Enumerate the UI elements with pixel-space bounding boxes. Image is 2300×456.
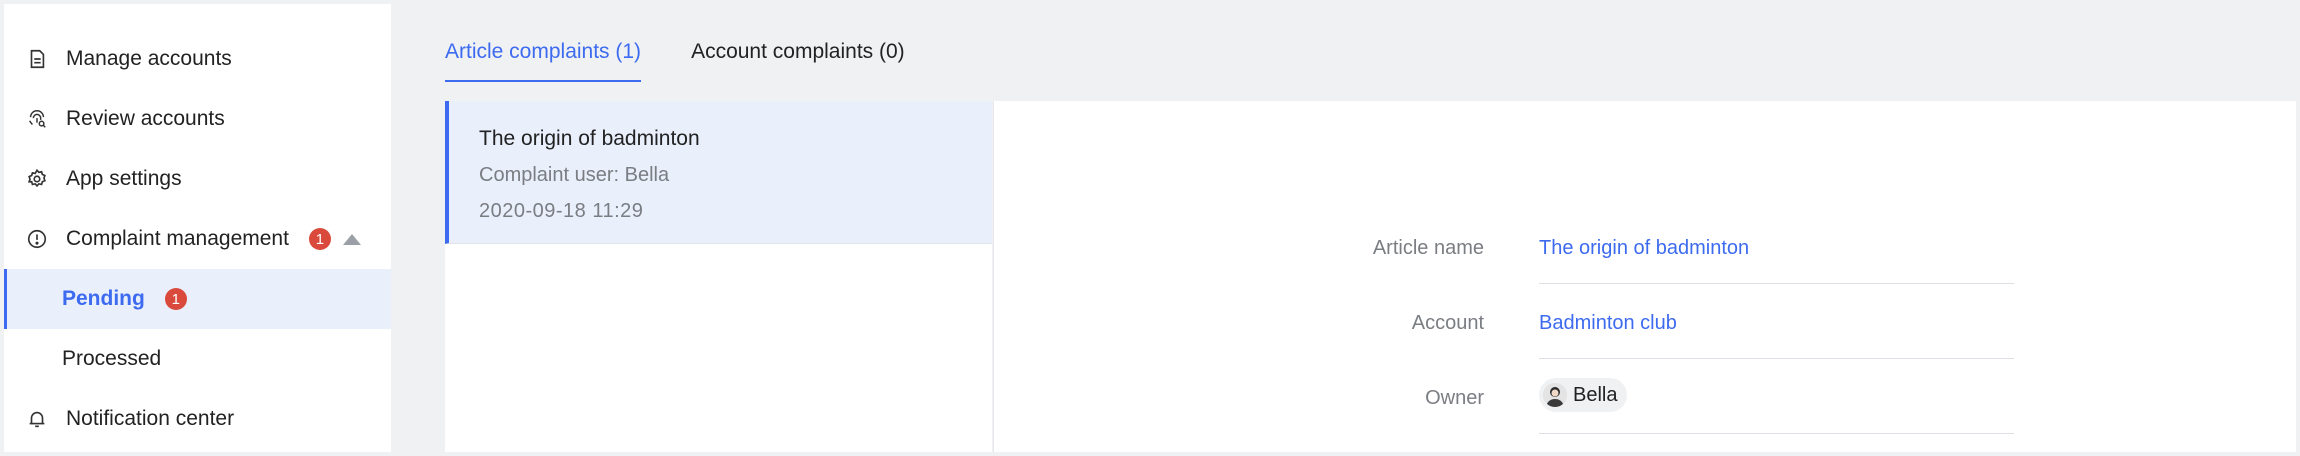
divider (1539, 283, 2014, 284)
account-label: Account (1411, 312, 1484, 334)
sidebar-item-label: Complaint management (66, 227, 289, 250)
sidebar-item-label: App settings (66, 167, 182, 190)
sidebar-item-label: Pending (62, 287, 145, 310)
sidebar-item-complaint-management[interactable]: Complaint management 1 (4, 209, 391, 269)
article-name-link[interactable]: The origin of badminton (1539, 237, 1749, 260)
sidebar-item-app-settings[interactable]: App settings (4, 149, 391, 209)
bell-icon (26, 408, 48, 430)
account-link[interactable]: Badminton club (1539, 312, 1677, 335)
complaint-tabs: Article complaints (1) Account complaint… (445, 32, 955, 82)
complaint-date: 2020-09-18 11:29 (479, 200, 644, 222)
article-name-label: Article name (1372, 237, 1484, 259)
sidebar-item-processed[interactable]: Processed (4, 329, 391, 389)
chevron-up-icon[interactable] (342, 233, 361, 245)
complaint-title: The origin of badminton (479, 127, 700, 150)
tab-article-complaints[interactable]: Article complaints (1) (445, 32, 642, 82)
sidebar-item-label: Processed (62, 347, 162, 370)
owner-name: Bella (1573, 383, 1618, 406)
gear-icon (26, 168, 48, 190)
complaint-user: Complaint user: Bella (479, 164, 670, 186)
complaint-list: The origin of badminton Complaint user: … (445, 101, 992, 452)
sidebar-item-notification-center[interactable]: Notification center (4, 389, 391, 449)
tab-account-complaints[interactable]: Account complaints (0) (691, 32, 905, 82)
sidebar-item-pending[interactable]: Pending 1 (4, 269, 391, 329)
alert-circle-icon (26, 228, 48, 250)
document-icon (26, 48, 48, 70)
fingerprint-icon (26, 108, 48, 130)
sidebar-item-label: Manage accounts (66, 47, 232, 70)
owner-chip[interactable]: Bella (1539, 378, 1628, 412)
divider (1539, 433, 2014, 434)
complaint-detail: Article name The origin of badminton Acc… (993, 101, 2296, 452)
sidebar-item-label: Review accounts (66, 107, 225, 130)
owner-label: Owner (1425, 387, 1484, 409)
sidebar-item-label: Notification center (66, 407, 235, 430)
app-window: Manage accounts Review accounts App sett… (4, 4, 2296, 452)
sidebar-item-manage-accounts[interactable]: Manage accounts (4, 29, 391, 89)
sidebar: Manage accounts Review accounts App sett… (4, 4, 391, 452)
divider (1539, 358, 2014, 359)
avatar (1543, 383, 1567, 407)
sidebar-item-review-accounts[interactable]: Review accounts (4, 89, 391, 149)
pending-count-badge: 1 (164, 288, 187, 310)
complaint-count-badge: 1 (308, 228, 331, 250)
list-item[interactable]: The origin of badminton Complaint user: … (445, 101, 992, 244)
